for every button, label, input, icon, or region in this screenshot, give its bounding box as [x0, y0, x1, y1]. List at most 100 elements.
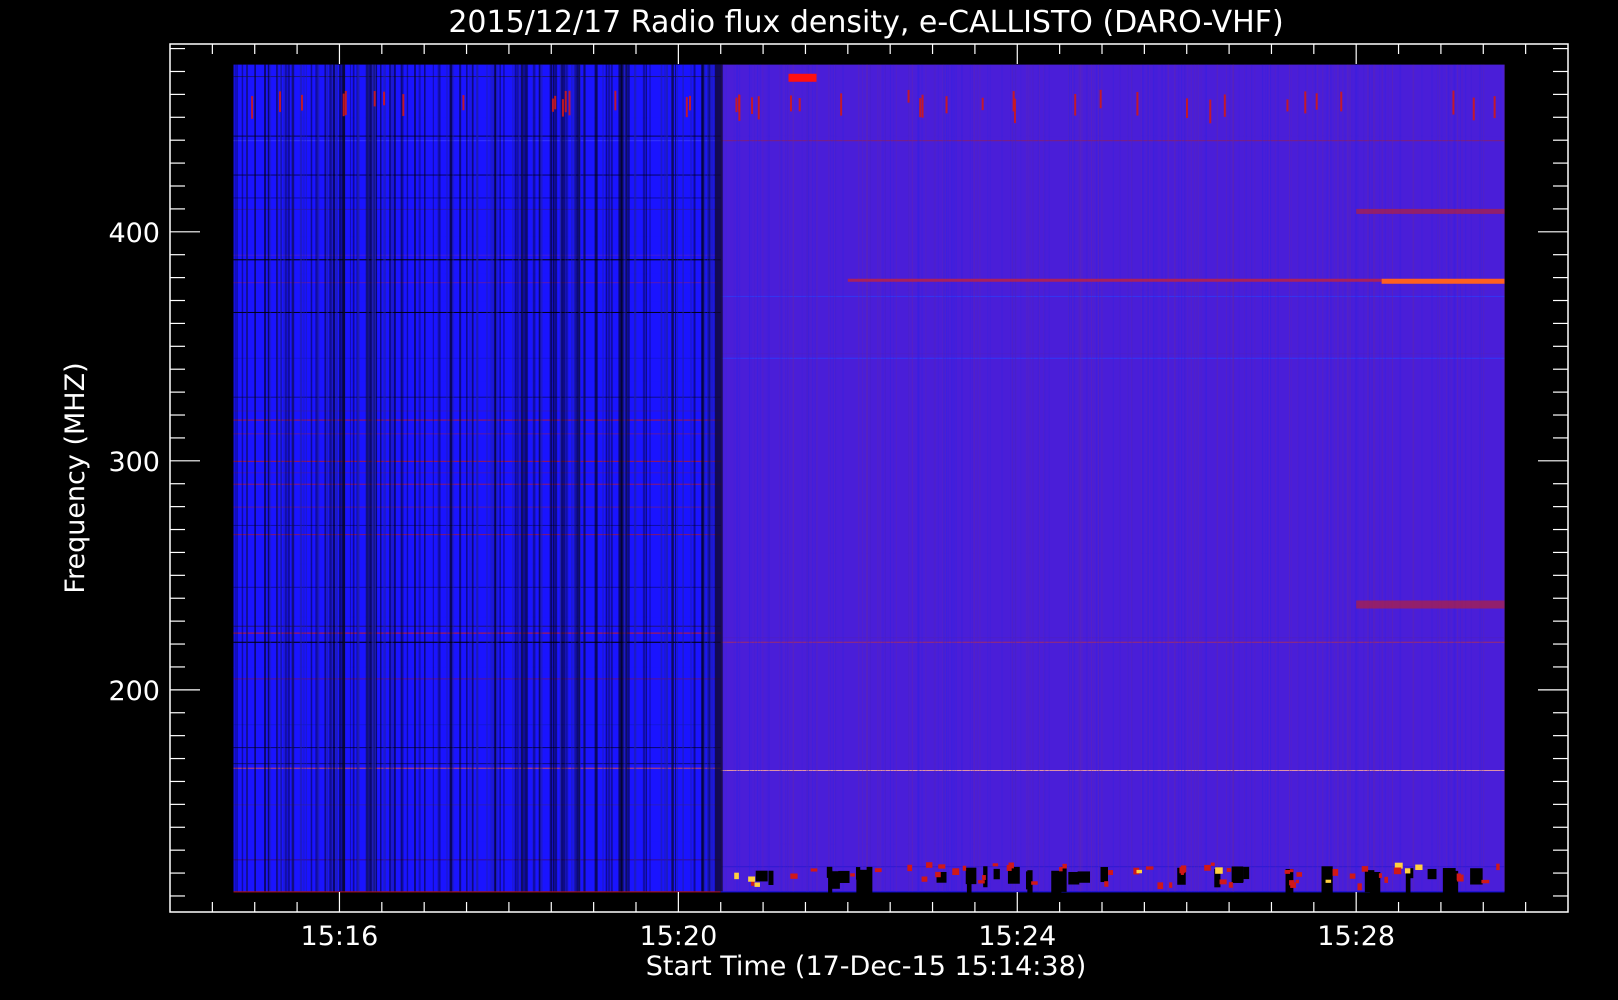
heatmap-band-right	[720, 140, 1505, 142]
heatmap-band-right	[720, 843, 1505, 845]
x-tick-label: 15:16	[301, 921, 379, 952]
heatmap-texture-line	[559, 64, 562, 892]
heatmap-texture-line	[1119, 64, 1121, 892]
heatmap-spike	[1340, 91, 1343, 112]
heatmap-spike	[1493, 96, 1496, 119]
heatmap-texture-line	[832, 64, 834, 892]
heatmap-texture-line	[1288, 64, 1290, 892]
heatmap-dropout	[965, 867, 977, 885]
heatmap-texture-line	[1453, 64, 1455, 892]
heatmap-spike	[251, 96, 254, 119]
heatmap-dropout	[1369, 871, 1381, 900]
heatmap-texture-line	[1357, 64, 1359, 892]
heatmap-texture-line	[806, 64, 808, 892]
heatmap-texture-line	[503, 64, 505, 892]
heatmap-spike	[921, 94, 924, 118]
heatmap-texture-line	[1461, 64, 1463, 892]
heatmap-texture-line	[665, 64, 668, 892]
heatmap-texture-line	[1460, 64, 1462, 892]
heatmap-texture-line	[279, 64, 282, 892]
heatmap-texture-line	[1326, 64, 1328, 892]
heatmap-texture-line	[342, 64, 346, 892]
heatmap-texture-line	[748, 64, 750, 892]
heatmap-texture-line	[861, 64, 863, 892]
heatmap-speckle	[1210, 862, 1215, 866]
heatmap-texture-line	[937, 64, 939, 892]
heatmap-spike	[798, 98, 801, 112]
heatmap-speckle	[1204, 864, 1211, 871]
heatmap-speckle	[1332, 868, 1339, 876]
heatmap-texture-line	[1457, 64, 1459, 892]
heatmap-texture-line	[1312, 64, 1314, 892]
heatmap-texture-line	[1330, 64, 1332, 892]
heatmap-texture-line	[1384, 64, 1386, 892]
heatmap-texture-line	[1043, 64, 1045, 892]
heatmap-texture-line	[1087, 64, 1089, 892]
heatmap-texture-line	[1421, 64, 1423, 892]
heatmap-speckle	[907, 864, 913, 872]
heatmap-texture-line	[382, 64, 386, 892]
heatmap-band-right	[720, 353, 1505, 355]
heatmap-texture-line	[835, 64, 837, 892]
heatmap-texture-line	[1081, 64, 1083, 892]
heatmap-spike	[614, 90, 617, 111]
heatmap-texture-line	[1329, 64, 1331, 892]
heatmap-texture-line	[781, 64, 783, 892]
heatmap-texture-line	[1338, 64, 1340, 892]
heatmap-spike	[1304, 91, 1307, 114]
heatmap-speckle	[1008, 862, 1014, 869]
heatmap-speckle	[1215, 867, 1223, 874]
heatmap-texture-line	[445, 64, 449, 892]
heatmap-spike	[840, 93, 843, 116]
heatmap-spike	[685, 97, 688, 118]
heatmap-texture-line	[379, 64, 382, 892]
heatmap-texture-line	[1098, 64, 1100, 892]
heatmap-texture-line	[944, 64, 946, 892]
heatmap-texture-line	[335, 64, 339, 892]
heatmap-texture-line	[1298, 64, 1300, 892]
heatmap-texture-line	[1373, 64, 1375, 892]
heatmap-speckle	[1404, 868, 1411, 874]
heatmap-texture-line	[946, 64, 948, 892]
heatmap-texture-line	[1027, 64, 1029, 892]
heatmap-texture-line	[1204, 64, 1206, 892]
heatmap-texture-line	[326, 64, 329, 892]
heatmap-texture-line	[671, 64, 674, 892]
heatmap-texture-line	[423, 64, 426, 892]
heatmap-texture-line	[766, 64, 768, 892]
heatmap-speckle	[1228, 882, 1233, 888]
heatmap-texture-line	[1196, 64, 1198, 892]
heatmap-texture-line	[459, 64, 462, 892]
heatmap-texture-line	[1322, 64, 1324, 892]
heatmap-texture-line	[917, 64, 919, 892]
heatmap-texture-line	[779, 64, 781, 892]
heatmap-texture-line	[267, 64, 270, 892]
heatmap-texture-line	[287, 64, 290, 892]
heatmap-texture-line	[389, 64, 391, 892]
heatmap-spike	[462, 95, 465, 111]
heatmap-texture-line	[1146, 64, 1148, 892]
heatmap-dropout	[768, 870, 774, 885]
heatmap-texture-line	[1154, 64, 1156, 892]
heatmap-texture-line	[284, 64, 288, 892]
heatmap-texture-line	[1465, 64, 1467, 892]
heatmap-texture-line	[624, 64, 627, 892]
heatmap-spike	[1099, 89, 1102, 109]
heatmap-texture-line	[1261, 64, 1263, 892]
heatmap-speckle	[810, 868, 818, 872]
heatmap-band-right	[720, 552, 1505, 554]
heatmap-speckle	[734, 872, 739, 880]
heatmap-speckle	[754, 882, 760, 887]
heatmap-texture-line	[989, 64, 991, 892]
heatmap-texture-line	[961, 64, 963, 892]
heatmap-speckle	[790, 873, 798, 879]
heatmap-texture-line	[858, 64, 860, 892]
heatmap-speckle	[1145, 866, 1154, 870]
heatmap-speckle	[935, 871, 941, 878]
heatmap-speckle	[952, 868, 960, 876]
heatmap-texture-line	[973, 64, 975, 892]
heatmap-texture-line	[1344, 64, 1346, 892]
heatmap-spike	[1209, 99, 1212, 124]
heatmap-texture-line	[793, 64, 795, 892]
heatmap-texture-line	[953, 64, 955, 892]
